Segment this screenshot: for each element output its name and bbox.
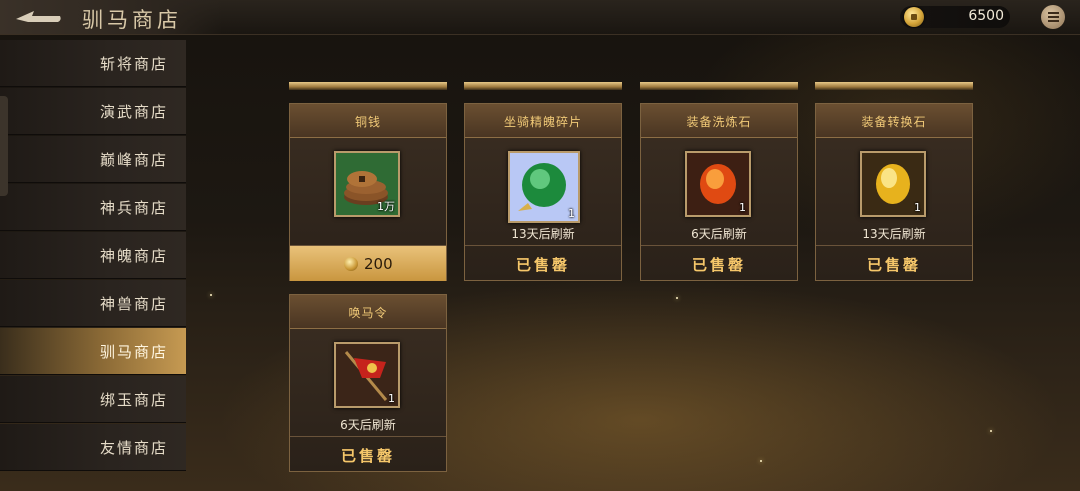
sidebar-item-yanwu-shop[interactable]: 演武商店 xyxy=(0,88,186,135)
sidebar-item-label: 神魄商店 xyxy=(99,247,168,265)
sold-out-banner: 已售罄 xyxy=(816,245,972,281)
item-quantity: 1 xyxy=(739,201,746,214)
item-name: 装备转换石 xyxy=(861,115,927,129)
sidebar-item-shenshou-shop[interactable]: 神兽商店 xyxy=(0,280,186,327)
sidebar-item-label: 巅峰商店 xyxy=(99,151,168,169)
page-title: 驯马商店 xyxy=(82,8,182,32)
shop-item-card[interactable]: 坐骑精魄碎片 1 13天后刷新 已售罄 xyxy=(464,103,622,281)
sparkle-decoration xyxy=(990,430,992,432)
refresh-timer: 13天后刷新 xyxy=(862,227,926,241)
sparkle-decoration xyxy=(676,297,678,299)
sidebar-item-label: 演武商店 xyxy=(99,103,168,121)
shelf-rail xyxy=(464,82,622,90)
refresh-timer: 6天后刷新 xyxy=(691,227,747,241)
item-price: 200 xyxy=(364,255,393,273)
item-quantity: 1 xyxy=(388,392,395,405)
sidebar-item-xunma-shop[interactable]: 驯马商店 xyxy=(0,328,186,375)
green-orb-icon[interactable]: 1 xyxy=(508,151,580,223)
shop-sidebar: 斩将商店 演武商店 巅峰商店 神兵商店 神魄商店 神兽商店 驯马商店 绑玉商店 … xyxy=(0,38,186,491)
card-header: 唤马令 xyxy=(290,295,446,329)
item-quantity: 1 xyxy=(914,201,921,214)
sidebar-item-label: 神兽商店 xyxy=(99,295,168,313)
sold-out-label: 已售罄 xyxy=(691,256,746,274)
item-name: 铜钱 xyxy=(354,115,381,129)
shelf-rail xyxy=(289,82,447,90)
sidebar-item-youqing-shop[interactable]: 友情商店 xyxy=(0,424,186,471)
sidebar-item-shenpo-shop[interactable]: 神魄商店 xyxy=(0,232,186,279)
refresh-timer: 6天后刷新 xyxy=(340,418,396,432)
shop-item-card[interactable]: 唤马令 1 6天后刷新 已售罄 xyxy=(289,294,447,472)
sidebar-item-label: 斩将商店 xyxy=(99,55,168,73)
gold-coin-icon xyxy=(904,7,924,27)
red-banner-icon[interactable]: 1 xyxy=(334,342,400,408)
card-header: 装备洗炼石 xyxy=(641,104,797,138)
sold-out-banner: 已售罄 xyxy=(641,245,797,281)
sold-out-label: 已售罄 xyxy=(340,447,395,465)
shelf-rail xyxy=(815,82,973,90)
sidebar-item-shenbing-shop[interactable]: 神兵商店 xyxy=(0,184,186,231)
item-name: 坐骑精魄碎片 xyxy=(503,115,582,129)
sidebar-item-label: 绑玉商店 xyxy=(99,391,168,409)
sparkle-decoration xyxy=(210,294,212,296)
sold-out-banner: 已售罄 xyxy=(290,436,446,472)
sold-out-label: 已售罄 xyxy=(515,256,570,274)
red-stone-icon[interactable]: 1 xyxy=(685,151,751,217)
shop-item-card[interactable]: 铜钱 1万 200 xyxy=(289,103,447,281)
card-header: 坐骑精魄碎片 xyxy=(465,104,621,138)
sidebar-item-label: 友情商店 xyxy=(99,439,168,457)
item-quantity: 1 xyxy=(568,207,575,220)
top-bar: 驯马商店 6500 xyxy=(0,0,1080,35)
sidebar-item-zhanjiang-shop[interactable]: 斩将商店 xyxy=(0,40,186,87)
menu-list-icon[interactable] xyxy=(1041,5,1065,29)
item-quantity: 1万 xyxy=(377,200,395,213)
item-name: 唤马令 xyxy=(348,306,388,320)
sidebar-item-label: 驯马商店 xyxy=(99,343,168,361)
sold-out-label: 已售罄 xyxy=(866,256,921,274)
shop-item-card[interactable]: 装备洗炼石 1 6天后刷新 已售罄 xyxy=(640,103,798,281)
shop-item-card[interactable]: 装备转换石 1 13天后刷新 已售罄 xyxy=(815,103,973,281)
back-arrow-icon[interactable] xyxy=(14,7,64,27)
sidebar-item-dianfeng-shop[interactable]: 巅峰商店 xyxy=(0,136,186,183)
sidebar-item-label: 神兵商店 xyxy=(99,199,168,217)
card-header: 铜钱 xyxy=(290,104,446,138)
refresh-timer: 13天后刷新 xyxy=(511,227,575,241)
card-header: 装备转换石 xyxy=(816,104,972,138)
coin-amount: 6500 xyxy=(968,8,1004,24)
shelf-rail xyxy=(640,82,798,90)
sparkle-decoration xyxy=(760,460,762,462)
sidebar-edge xyxy=(0,96,8,196)
sold-out-banner: 已售罄 xyxy=(465,245,621,281)
sidebar-item-bangyu-shop[interactable]: 绑玉商店 xyxy=(0,376,186,423)
buy-button[interactable]: 200 xyxy=(290,245,446,281)
gold-coin-icon xyxy=(344,257,358,271)
item-name: 装备洗炼石 xyxy=(686,115,752,129)
copper-coins-icon[interactable]: 1万 xyxy=(334,151,400,217)
yellow-stone-icon[interactable]: 1 xyxy=(860,151,926,217)
